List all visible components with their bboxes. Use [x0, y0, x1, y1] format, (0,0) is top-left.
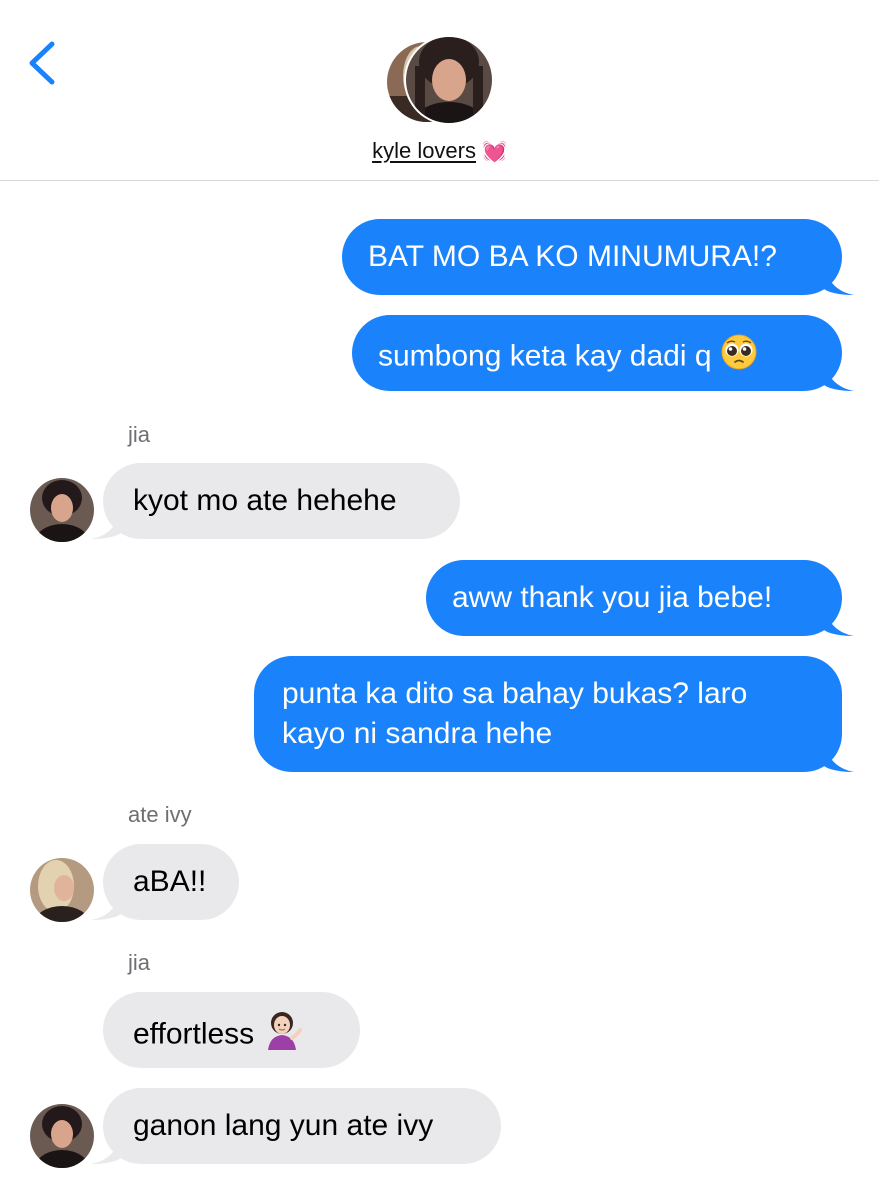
avatar[interactable]: [30, 478, 94, 542]
message-text: aww thank you jia bebe!: [452, 581, 773, 614]
growing-heart-icon: 💓: [482, 141, 507, 163]
bubble-tail: [91, 890, 121, 920]
person-tipping-hand-icon: [262, 1010, 303, 1061]
bubble-tail: [824, 361, 854, 391]
received-message-bubble[interactable]: effortless: [103, 992, 360, 1068]
received-message-bubble[interactable]: ganon lang yun ate ivy: [91, 1088, 501, 1164]
chevron-left-icon: [29, 41, 55, 85]
message-text: kyot mo ate hehehe: [133, 484, 397, 517]
message-text: sumbong keta kay dadi q: [378, 333, 842, 382]
group-name[interactable]: kyle lovers 💓: [0, 138, 879, 164]
bubble-tail: [91, 1134, 121, 1164]
group-avatar[interactable]: [385, 35, 495, 126]
pleading-face-icon: [720, 333, 758, 382]
received-message-bubble[interactable]: aBA!!: [91, 844, 239, 920]
received-message-bubble[interactable]: kyot mo ate hehehe: [91, 463, 460, 539]
back-button[interactable]: [22, 38, 66, 88]
sent-message-bubble[interactable]: sumbong keta kay dadi q: [352, 315, 854, 391]
message-text: aBA!!: [133, 865, 207, 898]
bubble-tail: [824, 265, 854, 295]
bubble-tail: [91, 509, 121, 539]
bubble-tail: [824, 742, 854, 772]
group-name-text: kyle lovers: [372, 138, 476, 163]
avatar[interactable]: [30, 858, 94, 922]
message-text: punta ka dito sa bahay bukas? laro kayo …: [282, 677, 748, 750]
avatar[interactable]: [30, 1104, 94, 1168]
sent-message-bubble[interactable]: punta ka dito sa bahay bukas? laro kayo …: [254, 656, 854, 772]
message-text: ganon lang yun ate ivy: [133, 1109, 434, 1142]
bubble-tail: [824, 606, 854, 636]
sent-message-bubble[interactable]: BAT MO BA KO MINUMURA!?: [342, 219, 854, 295]
sender-name: jia: [128, 422, 151, 447]
conversation-header: kyle lovers 💓: [0, 0, 879, 181]
sender-name: jia: [128, 950, 151, 975]
sent-message-bubble[interactable]: aww thank you jia bebe!: [426, 560, 854, 636]
sender-name: ate ivy: [128, 802, 192, 827]
message-text: BAT MO BA KO MINUMURA!?: [368, 240, 777, 273]
message-text: effortless: [133, 1010, 360, 1061]
